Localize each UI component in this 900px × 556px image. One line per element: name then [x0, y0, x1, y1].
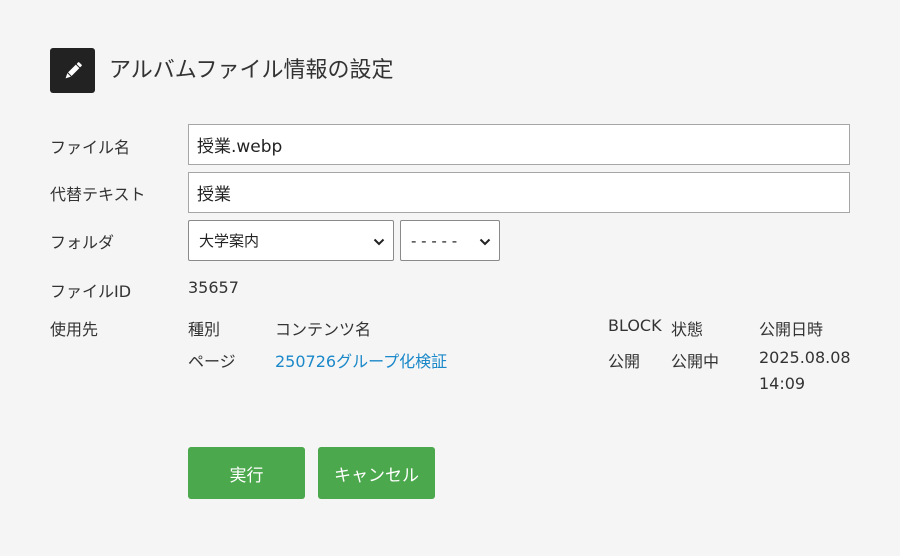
subfolder-select[interactable]: - - - - -: [400, 220, 500, 261]
usage-row-block: 公開: [608, 352, 641, 371]
filename-input[interactable]: [188, 124, 850, 165]
usage-label: 使用先: [50, 320, 99, 339]
alt-text-label: 代替テキスト: [50, 185, 146, 204]
usage-row-published-date: 2025.08.08: [759, 348, 851, 367]
usage-header-content: コンテンツ名: [275, 320, 372, 339]
usage-header-published: 公開日時: [759, 320, 824, 339]
page-header: アルバムファイル情報の設定: [50, 48, 393, 93]
chevron-down-icon: [373, 232, 385, 250]
subfolder-select-value: - - - - -: [411, 231, 458, 250]
folder-select-value: 大学案内: [199, 232, 260, 250]
file-id-value: 35657: [188, 278, 239, 297]
usage-header-block: BLOCK: [608, 316, 662, 335]
execute-button[interactable]: 実行: [188, 447, 305, 499]
cancel-button[interactable]: キャンセル: [318, 447, 435, 499]
file-id-label: ファイルID: [50, 282, 132, 301]
chevron-down-icon: [479, 232, 491, 250]
usage-row-published-time: 14:09: [759, 374, 806, 393]
folder-select[interactable]: 大学案内: [188, 220, 394, 261]
usage-row-type: ページ: [188, 352, 236, 371]
page-title: アルバムファイル情報の設定: [109, 57, 394, 83]
usage-row-content-link[interactable]: 250726グループ化検証: [275, 348, 447, 372]
usage-header-status: 状態: [671, 320, 704, 339]
filename-label: ファイル名: [50, 138, 131, 157]
usage-header-type: 種別: [188, 320, 221, 339]
usage-row-status: 公開中: [671, 352, 720, 371]
pencil-icon: [50, 48, 95, 93]
folder-label: フォルダ: [50, 233, 115, 252]
alt-text-input[interactable]: [188, 172, 850, 213]
